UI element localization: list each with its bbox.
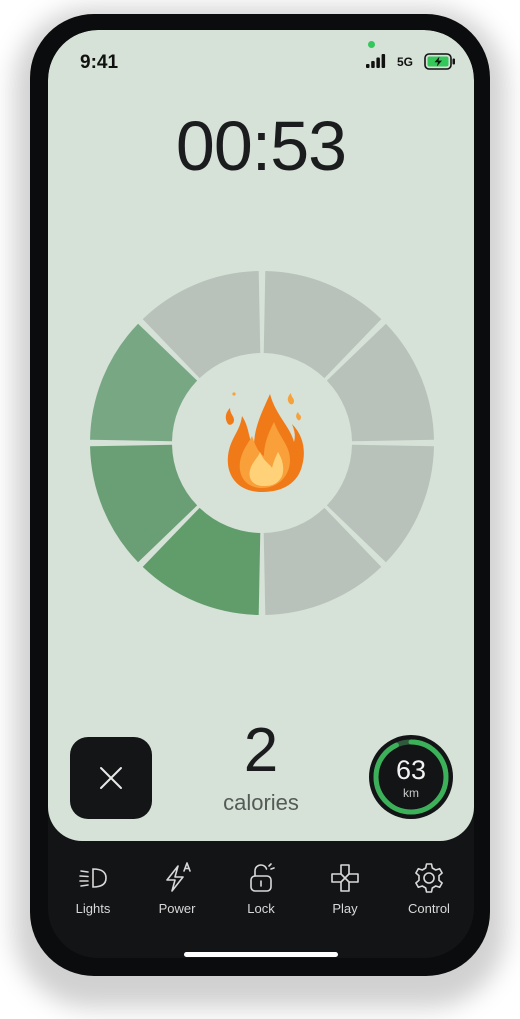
bottom-nav: Lights Power Lock Play Control — [48, 841, 474, 931]
screen: 9:41 5G 00:53 2 calories 63 km Lights Po… — [48, 30, 474, 958]
calories-value: 2 — [243, 716, 279, 785]
signal-icon — [366, 54, 386, 68]
close-button[interactable] — [70, 737, 152, 819]
battery-icon — [424, 53, 455, 70]
nav-item-lock[interactable]: Lock — [219, 861, 303, 931]
nav-label-lights: Lights — [75, 901, 111, 916]
nav-label-lock: Lock — [247, 901, 275, 916]
network-label: 5G — [397, 55, 414, 69]
nav-label-play: Play — [332, 901, 358, 916]
headlight-icon — [79, 868, 107, 888]
calories-label: calories — [223, 790, 299, 815]
distance-unit: km — [403, 786, 419, 800]
nav-item-lights[interactable]: Lights — [51, 861, 135, 931]
fire-icon — [225, 392, 304, 492]
camera-indicator — [368, 41, 375, 48]
lightning-auto-icon — [166, 862, 191, 892]
nav-item-control[interactable]: Control — [387, 861, 471, 931]
gear-icon — [415, 863, 443, 893]
gamepad-icon — [331, 864, 359, 892]
unlock-icon — [250, 863, 275, 892]
home-indicator — [184, 952, 338, 957]
nav-item-play[interactable]: Play — [303, 861, 387, 931]
workout-timer: 00:53 — [175, 107, 347, 185]
status-time: 9:41 — [80, 52, 119, 73]
workout-panel: 9:41 5G 00:53 2 calories 63 km — [48, 30, 474, 841]
nav-item-power[interactable]: Power — [135, 861, 219, 931]
nav-label-control: Control — [408, 901, 450, 916]
distance-value: 63 — [395, 755, 427, 785]
distance-badge[interactable]: 63 km — [368, 734, 454, 820]
nav-label-power: Power — [158, 901, 196, 916]
close-icon — [100, 767, 122, 789]
